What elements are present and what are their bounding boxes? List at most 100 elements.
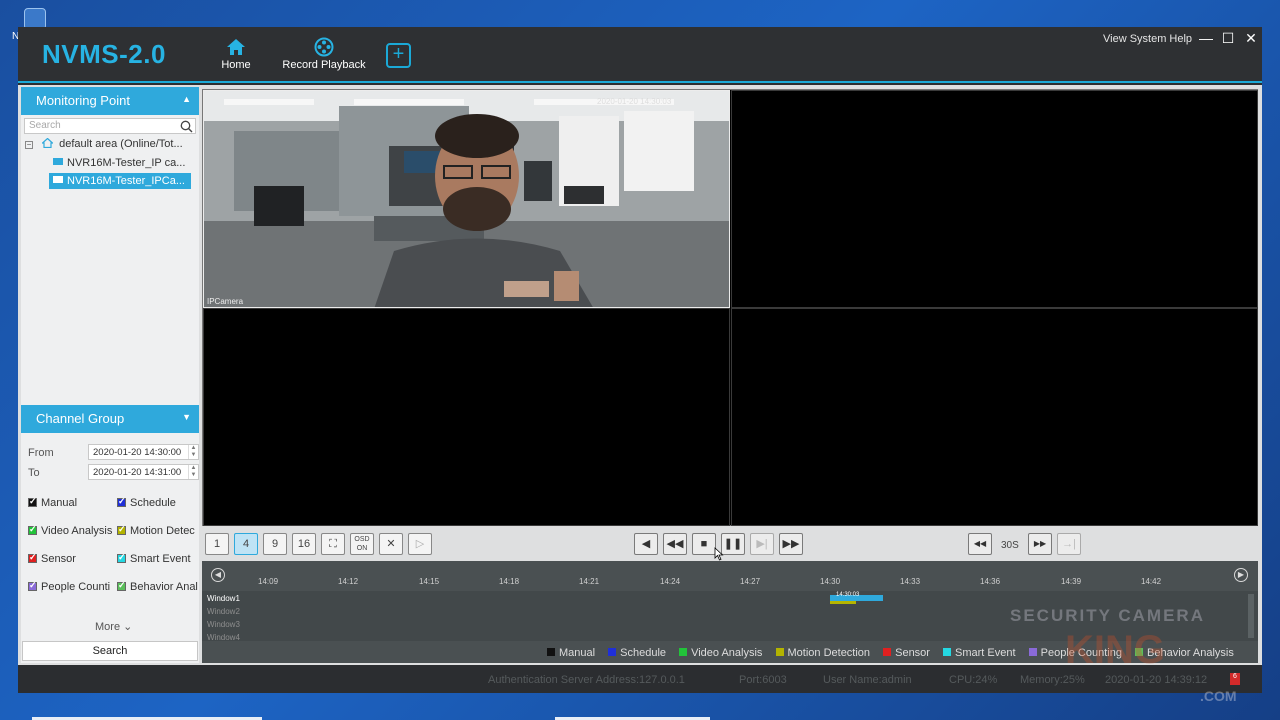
chevron-down-icon: ▼ — [182, 412, 191, 422]
search-button[interactable]: Search — [22, 641, 198, 661]
skip-forward-30s-button[interactable]: ▶▶ — [1028, 533, 1052, 555]
checkbox-people-counting[interactable]: People Counti — [28, 581, 116, 593]
nav-home[interactable]: Home — [216, 37, 256, 71]
timeline-tick: 14:27 — [740, 577, 761, 586]
control-bar: 1 4 9 16 ⛶ OSD ON ✕ ▷ ◀ ◀◀ ■ ❚❚ ▶| ▶▶ ◀◀… — [202, 528, 1258, 560]
legend-label: Smart Event — [955, 647, 1016, 659]
watermark-text: SECURITY CAMERA — [1010, 606, 1205, 625]
video-tile-3[interactable] — [203, 308, 730, 526]
layout-4-button[interactable]: 4 — [234, 533, 258, 555]
from-label: From — [28, 447, 54, 459]
channel-group-header[interactable]: Channel Group ▼ — [21, 405, 199, 433]
fast-forward-button[interactable]: ▶▶ — [779, 533, 803, 555]
tree-camera-item[interactable]: NVR16M-Tester_IP ca... — [49, 155, 191, 171]
status-port: Port:6003 — [739, 674, 787, 686]
legend-item: Schedule — [608, 647, 666, 659]
checkbox-label: Schedule — [130, 497, 176, 509]
layout-1-button[interactable]: 1 — [205, 533, 229, 555]
spin-icon[interactable]: ▲ ▼ — [188, 445, 198, 459]
mouse-cursor-icon — [714, 547, 724, 561]
skip-back-30s-button[interactable]: ◀◀ — [968, 533, 992, 555]
checkbox-smart-event[interactable]: Smart Event — [117, 553, 199, 565]
tree-collapse-icon[interactable]: − — [25, 141, 33, 149]
minimize-button[interactable]: — — [1198, 30, 1214, 46]
fullscreen-button[interactable]: ⛶ — [321, 533, 345, 555]
checkbox-box — [28, 553, 37, 563]
timeline-tick: 14:36 — [980, 577, 1001, 586]
checkbox-motion-detection[interactable]: Motion Detec — [117, 525, 199, 537]
tree-camera-item-selected[interactable]: NVR16M-Tester_IPCa... — [49, 173, 191, 189]
motion-segment[interactable] — [830, 601, 856, 604]
checkbox-video-analysis[interactable]: Video Analysis — [28, 525, 116, 537]
next-frame-icon: ▶| — [756, 538, 768, 550]
legend-swatch — [943, 648, 952, 656]
close-all-button[interactable]: ✕ — [379, 533, 403, 555]
reverse-play-button[interactable]: ◀ — [634, 533, 658, 555]
to-datetime-input[interactable]: 2020-01-20 14:31:00 ▲ ▼ — [88, 464, 199, 480]
timeline-next-button[interactable]: ▶ — [1234, 568, 1248, 582]
checkbox-manual[interactable]: Manual — [28, 497, 116, 509]
watermark-suffix: .COM — [1200, 688, 1237, 704]
pause-button[interactable]: ❚❚ — [721, 533, 745, 555]
layout-9-button[interactable]: 9 — [263, 533, 287, 555]
spin-icon[interactable]: ▲ ▼ — [188, 465, 198, 479]
monitoring-point-title: Monitoring Point — [36, 93, 130, 108]
tree-root-default-area[interactable]: − default area (Online/Tot... — [25, 137, 183, 150]
left-panel: Monitoring Point ▲ Search − default area… — [21, 87, 199, 663]
checkbox-label: Video Analysis — [41, 525, 113, 537]
channel-group-title: Channel Group — [36, 411, 125, 426]
timeline-scrollbar[interactable] — [1248, 594, 1254, 638]
pause-icon: ❚❚ — [723, 538, 743, 550]
legend-label: Schedule — [620, 647, 667, 659]
timeline-window-label: Window3 — [207, 620, 240, 629]
checkbox-box — [117, 553, 126, 563]
stop-icon: ■ — [700, 538, 708, 550]
next-frame-button[interactable]: ▶| — [750, 533, 774, 555]
nav-record-playback[interactable]: Record Playback — [282, 37, 366, 99]
chevron-right-icon: ▶ — [1237, 570, 1245, 579]
camera-feed-image — [204, 91, 729, 307]
legend-item: Smart Event — [943, 647, 1016, 659]
timeline-tick: 14:33 — [900, 577, 921, 586]
video-tile-4[interactable] — [731, 308, 1258, 526]
legend-swatch — [775, 648, 784, 656]
layout-16-button[interactable]: 16 — [292, 533, 316, 555]
legend-swatch — [1028, 648, 1037, 656]
checkbox-behavior-analysis[interactable]: Behavior Anal — [117, 581, 199, 593]
camera-label: NVR16M-Tester_IP ca... — [67, 157, 186, 169]
skip-forward-icon: ▶▶ — [1033, 539, 1047, 548]
stop-button[interactable]: ■ — [692, 533, 716, 555]
checkbox-sensor[interactable]: Sensor — [28, 553, 116, 565]
chevron-left-icon: ◀ — [214, 570, 222, 579]
monitoring-point-header[interactable]: Monitoring Point ▲ — [21, 87, 199, 115]
checkbox-box — [28, 497, 37, 507]
skip-to-end-button[interactable]: →| — [1057, 533, 1081, 555]
more-toggle[interactable]: More ⌄ — [95, 620, 132, 633]
legend-label: Manual — [559, 647, 596, 659]
checkbox-label: Motion Detec — [130, 525, 195, 537]
nav-home-label: Home — [221, 59, 251, 71]
video-tile-1[interactable]: 2020-01-20 14:30:03 IPCamera — [203, 90, 730, 308]
home-icon — [227, 39, 245, 55]
video-tile-2[interactable] — [731, 90, 1258, 308]
from-datetime-input[interactable]: 2020-01-20 14:30:00 ▲ ▼ — [88, 444, 199, 460]
maximize-button[interactable]: ☐ — [1220, 30, 1236, 47]
timeline-prev-button[interactable]: ◀ — [211, 568, 225, 582]
tree-root-label: default area (Online/Tot... — [59, 138, 183, 150]
search-icon — [180, 120, 193, 133]
add-tab-button[interactable]: + — [386, 43, 411, 68]
camera-label: NVR16M-Tester_IPCa... — [67, 175, 185, 187]
help-link[interactable]: View System Help — [1103, 33, 1192, 45]
search-input[interactable]: Search — [24, 118, 196, 134]
video-grid: 2020-01-20 14:30:03 IPCamera — [202, 89, 1258, 526]
alarm-badge[interactable]: 6 — [1230, 673, 1240, 685]
rewind-button[interactable]: ◀◀ — [663, 533, 687, 555]
status-memory: Memory:25% — [1020, 674, 1085, 686]
osd-toggle-button[interactable]: OSD ON — [350, 533, 374, 555]
close-button[interactable]: ✕ — [1243, 30, 1259, 47]
app-title: NVMS-2.0 — [42, 39, 166, 69]
export-button[interactable]: ▷ — [408, 533, 432, 555]
checkbox-schedule[interactable]: Schedule — [117, 497, 199, 509]
timeline-tick: 14:09 — [258, 577, 279, 586]
skip-interval-label: 30S — [1001, 540, 1019, 551]
